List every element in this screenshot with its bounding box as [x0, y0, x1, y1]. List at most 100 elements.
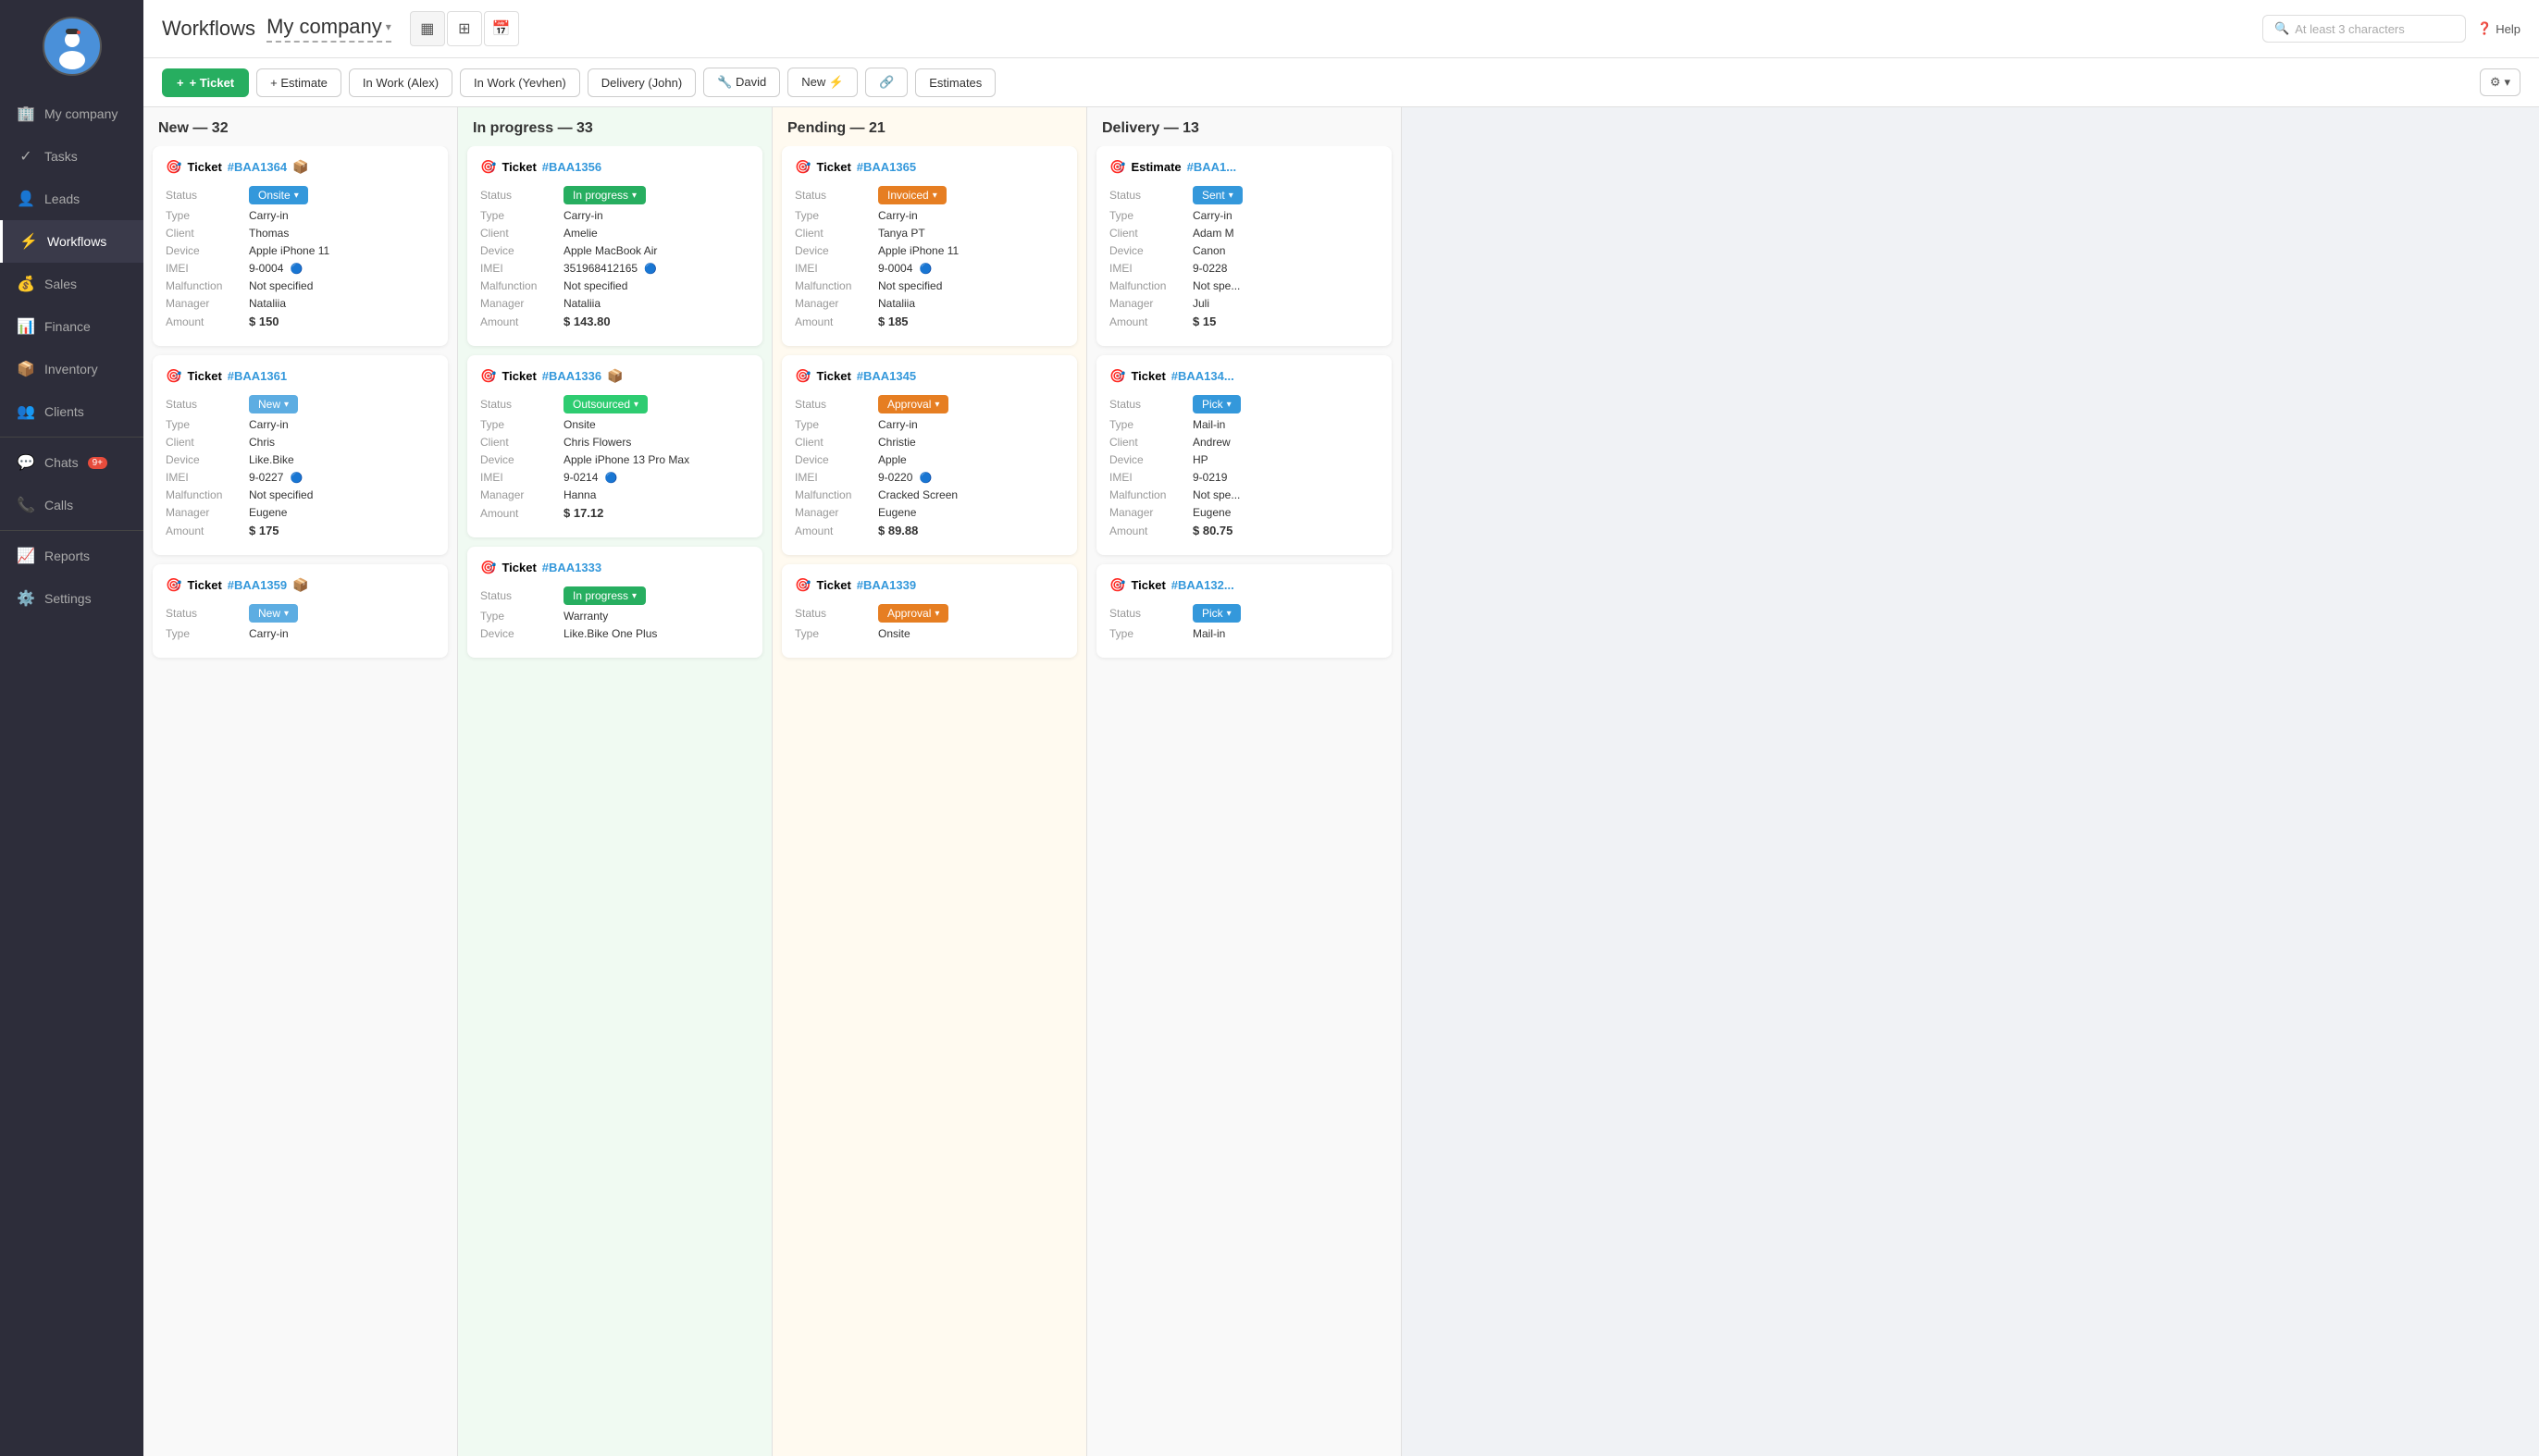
sidebar-item-sales[interactable]: 💰 Sales	[0, 263, 143, 305]
copy-icon[interactable]: 🔵	[644, 264, 657, 275]
card-number[interactable]: #BAA1359	[228, 578, 287, 592]
search-box[interactable]: 🔍 At least 3 characters	[2262, 15, 2466, 43]
card-client[interactable]: Andrew	[1193, 436, 1231, 449]
card-number[interactable]: #BAA1339	[857, 578, 916, 592]
card-title: 🎯 Ticket #BAA134...	[1109, 368, 1379, 384]
toolbar-settings-button[interactable]: ⚙ ▾	[2480, 68, 2520, 96]
card-number[interactable]: #BAA1336	[542, 369, 601, 383]
table-row[interactable]: 🎯 Ticket #BAA1359 📦 Status New ▾ Type Ca…	[153, 564, 448, 658]
filter-david-button[interactable]: 🔧 David	[703, 68, 780, 97]
card-title: 🎯 Ticket #BAA1345	[795, 368, 1064, 384]
card-number[interactable]: #BAA134...	[1171, 369, 1234, 383]
card-client[interactable]: Adam M	[1193, 227, 1234, 240]
card-type: Ticket	[502, 561, 536, 574]
filter-link-button[interactable]: 🔗	[865, 68, 908, 97]
sidebar-item-label: Tasks	[44, 149, 78, 164]
copy-icon[interactable]: 🔵	[920, 473, 933, 484]
copy-icon[interactable]: 🔵	[291, 473, 303, 484]
view-grid-button[interactable]: ⊞	[447, 11, 482, 46]
help-icon: ❓	[2477, 21, 2492, 36]
sidebar-item-leads[interactable]: 👤 Leads	[0, 178, 143, 220]
card-type-value: Carry-in	[249, 627, 289, 640]
help-button[interactable]: ❓ Help	[2477, 21, 2520, 36]
sidebar-item-calls[interactable]: 📞 Calls	[0, 484, 143, 526]
sidebar-item-workflows[interactable]: ⚡ Workflows	[0, 220, 143, 263]
table-row[interactable]: 🎯 Estimate #BAA1... Status Sent ▾ Type C…	[1096, 146, 1392, 346]
status-badge[interactable]: Onsite ▾	[249, 186, 308, 204]
card-number[interactable]: #BAA1361	[228, 369, 287, 383]
table-row[interactable]: 🎯 Ticket #BAA1333 Status In progress ▾ T…	[467, 547, 762, 658]
add-ticket-button[interactable]: + + Ticket	[162, 68, 249, 97]
card-number[interactable]: #BAA1345	[857, 369, 916, 383]
sidebar-item-settings[interactable]: ⚙️ Settings	[0, 577, 143, 620]
sidebar-avatar-section	[0, 0, 143, 85]
sidebar-item-chats[interactable]: 💬 Chats 9+	[0, 441, 143, 484]
nav-divider-2	[0, 530, 143, 531]
sidebar-item-tasks[interactable]: ✓ Tasks	[0, 135, 143, 178]
copy-icon[interactable]: 🔵	[605, 473, 618, 484]
status-badge[interactable]: Pick ▾	[1193, 604, 1241, 623]
status-badge[interactable]: New ▾	[249, 604, 298, 623]
column-inprogress: In progress — 33 🎯 Ticket #BAA1356 Statu…	[458, 107, 773, 1456]
sidebar-item-label: Reports	[44, 549, 90, 563]
filter-estimates-button[interactable]: Estimates	[915, 68, 996, 97]
view-bar-button[interactable]: ▦	[410, 11, 445, 46]
sidebar-item-finance[interactable]: 📊 Finance	[0, 305, 143, 348]
sidebar-item-inventory[interactable]: 📦 Inventory	[0, 348, 143, 390]
add-estimate-button[interactable]: + Estimate	[256, 68, 341, 97]
card-row-status: Status In progress ▾	[480, 586, 749, 605]
table-row[interactable]: 🎯 Ticket #BAA1365 Status Invoiced ▾ Type…	[782, 146, 1077, 346]
card-number[interactable]: #BAA1333	[542, 561, 601, 574]
sidebar-item-clients[interactable]: 👥 Clients	[0, 390, 143, 433]
copy-icon[interactable]: 🔵	[920, 264, 933, 275]
table-row[interactable]: 🎯 Ticket #BAA1356 Status In progress ▾ T…	[467, 146, 762, 346]
sidebar-item-my-company[interactable]: 🏢 My company	[0, 93, 143, 135]
card-title: 🎯 Ticket #BAA1365	[795, 159, 1064, 175]
card-amount: $ 150	[249, 315, 279, 328]
table-row[interactable]: 🎯 Ticket #BAA1361 Status New ▾ Type Carr…	[153, 355, 448, 555]
status-badge[interactable]: Sent ▾	[1193, 186, 1243, 204]
card-client[interactable]: Tanya PT	[878, 227, 925, 240]
table-row[interactable]: 🎯 Ticket #BAA134... Status Pick ▾ Type M…	[1096, 355, 1392, 555]
table-row[interactable]: 🎯 Ticket #BAA1336 📦 Status Outsourced ▾ …	[467, 355, 762, 537]
status-badge[interactable]: Outsourced ▾	[564, 395, 648, 413]
card-imei: 9-0004 🔵	[249, 262, 303, 275]
card-number[interactable]: #BAA1365	[857, 160, 916, 174]
card-number[interactable]: #BAA1...	[1187, 160, 1236, 174]
card-client[interactable]: Chris	[249, 436, 275, 449]
company-selector[interactable]: My company ▾	[266, 15, 391, 43]
card-client[interactable]: Thomas	[249, 227, 289, 240]
avatar[interactable]	[43, 17, 102, 76]
status-badge[interactable]: In progress ▾	[564, 586, 646, 605]
card-device: HP	[1193, 453, 1208, 466]
card-row-manager: Manager Eugene	[166, 506, 435, 519]
table-row[interactable]: 🎯 Ticket #BAA1339 Status Approval ▾ Type…	[782, 564, 1077, 658]
plus-icon: +	[177, 76, 184, 90]
table-row[interactable]: 🎯 Ticket #BAA1345 Status Approval ▾ Type…	[782, 355, 1077, 555]
status-badge[interactable]: Invoiced ▾	[878, 186, 947, 204]
table-row[interactable]: 🎯 Ticket #BAA132... Status Pick ▾ Type M…	[1096, 564, 1392, 658]
filter-delivery-button[interactable]: Delivery (John)	[588, 68, 696, 97]
card-number[interactable]: #BAA1356	[542, 160, 601, 174]
filter-alex-button[interactable]: In Work (Alex)	[349, 68, 452, 97]
card-number[interactable]: #BAA1364	[228, 160, 287, 174]
status-badge[interactable]: Approval ▾	[878, 395, 948, 413]
table-row[interactable]: 🎯 Ticket #BAA1364 📦 Status Onsite ▾ Type…	[153, 146, 448, 346]
status-badge[interactable]: New ▾	[249, 395, 298, 413]
view-calendar-button[interactable]: 📅	[484, 11, 519, 46]
copy-icon[interactable]: 🔵	[291, 264, 303, 275]
card-client[interactable]: Chris Flowers	[564, 436, 631, 449]
status-badge[interactable]: Pick ▾	[1193, 395, 1241, 413]
sidebar-item-reports[interactable]: 📈 Reports	[0, 535, 143, 577]
chats-icon: 💬	[17, 453, 35, 472]
status-badge[interactable]: Approval ▾	[878, 604, 948, 623]
filter-yevhen-button[interactable]: In Work (Yevhen)	[460, 68, 580, 97]
card-number[interactable]: #BAA132...	[1171, 578, 1234, 592]
reports-icon: 📈	[17, 547, 35, 565]
filter-new-button[interactable]: New ⚡	[787, 68, 858, 97]
card-client[interactable]: Amelie	[564, 227, 598, 240]
status-badge[interactable]: In progress ▾	[564, 186, 646, 204]
card-row-type: Type Carry-in	[166, 209, 435, 222]
add-estimate-label: + Estimate	[270, 76, 328, 90]
card-client[interactable]: Christie	[878, 436, 916, 449]
